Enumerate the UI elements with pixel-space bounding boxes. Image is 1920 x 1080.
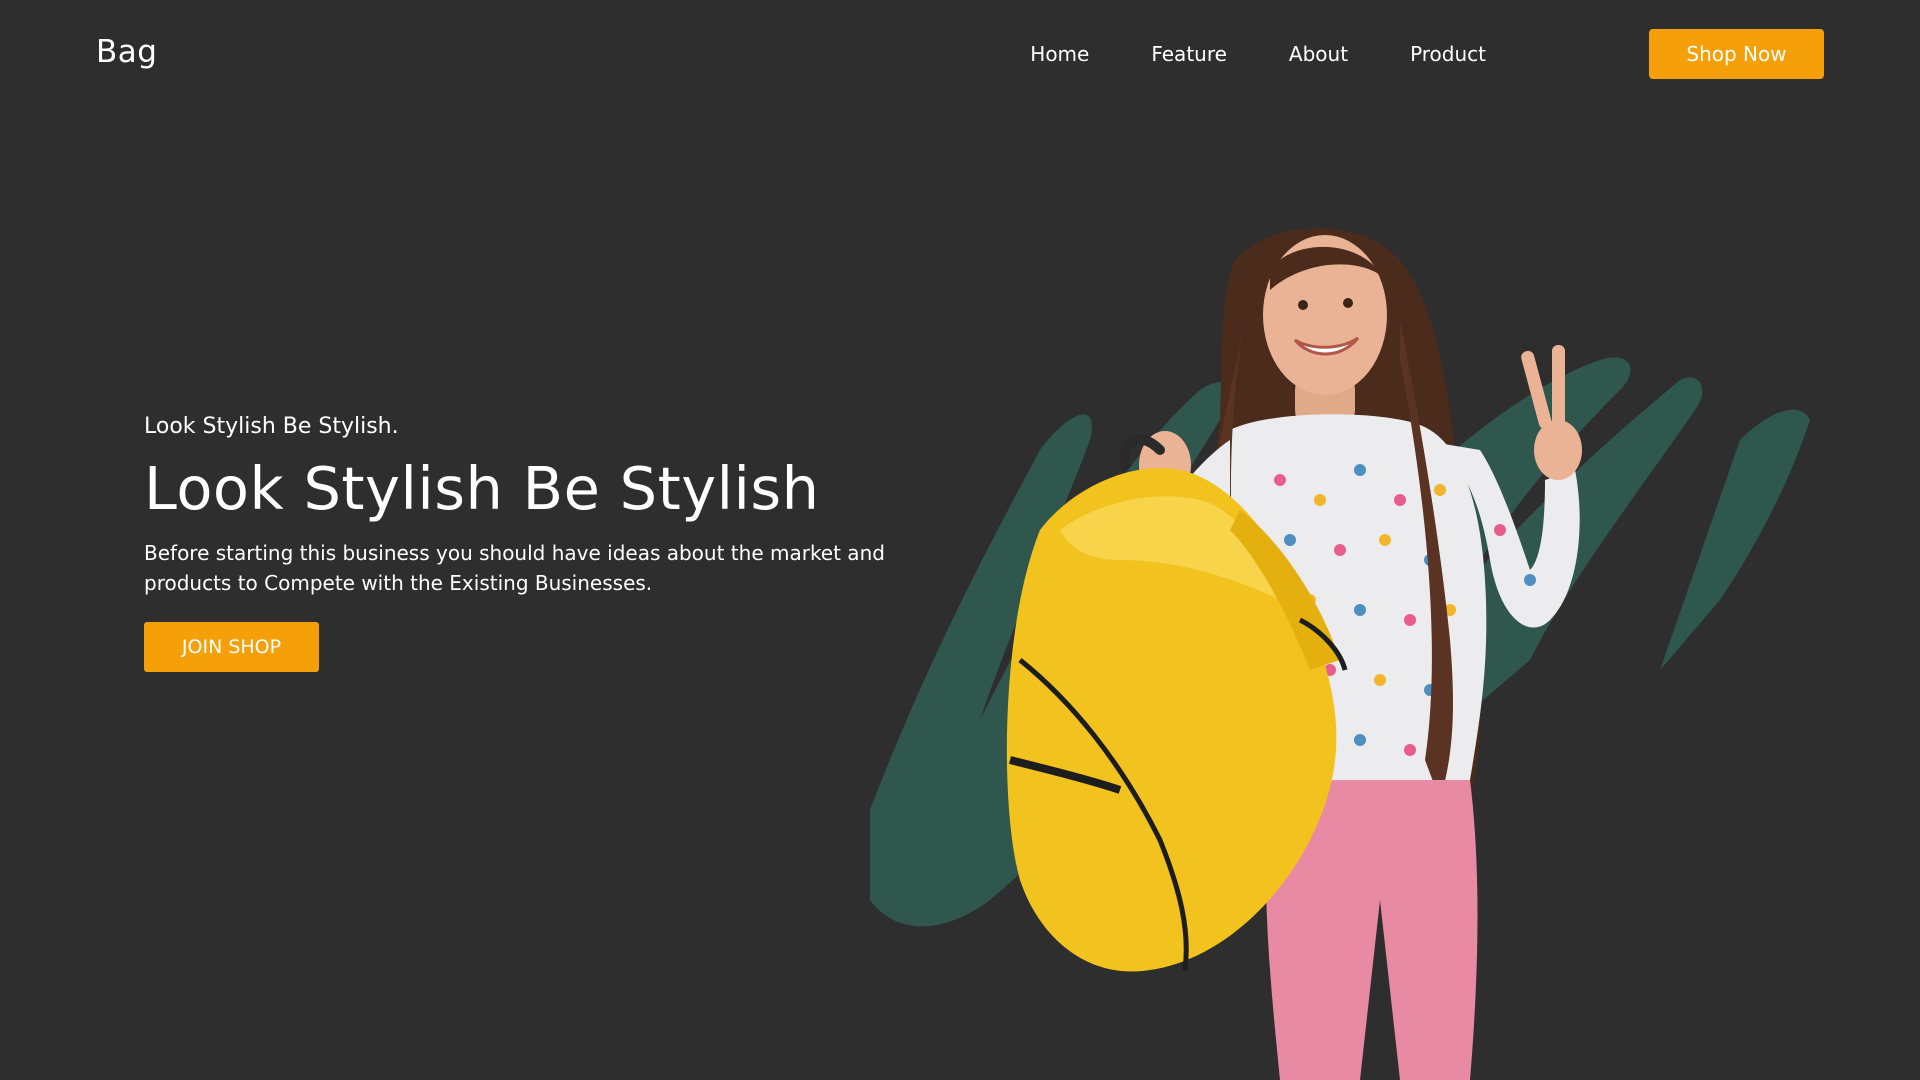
nav-item-product[interactable]: Product bbox=[1410, 40, 1486, 68]
nav-item-feature[interactable]: Feature bbox=[1151, 40, 1227, 68]
hero-eyebrow: Look Stylish Be Stylish. bbox=[144, 414, 399, 439]
join-shop-button[interactable]: JOIN SHOP bbox=[144, 622, 319, 672]
hero-headline: Look Stylish Be Stylish bbox=[144, 454, 820, 523]
shop-now-button[interactable]: Shop Now bbox=[1649, 29, 1824, 79]
brand-logo[interactable]: Bag bbox=[96, 34, 157, 70]
nav-item-home[interactable]: Home bbox=[1030, 40, 1089, 68]
hero-image bbox=[840, 200, 1880, 1080]
hero-section: Look Stylish Be Stylish. Look Stylish Be… bbox=[144, 412, 924, 672]
top-navigation: Bag Home Feature About Product Shop Now bbox=[0, 0, 1920, 108]
hero-description: Before starting this business you should… bbox=[144, 541, 885, 595]
nav-menu: Home Feature About Product bbox=[968, 40, 1486, 68]
nav-item-about[interactable]: About bbox=[1289, 40, 1348, 68]
girl-with-backpack-illustration bbox=[870, 228, 1810, 1080]
landing-page: Bag Home Feature About Product Shop Now … bbox=[0, 0, 1920, 1080]
